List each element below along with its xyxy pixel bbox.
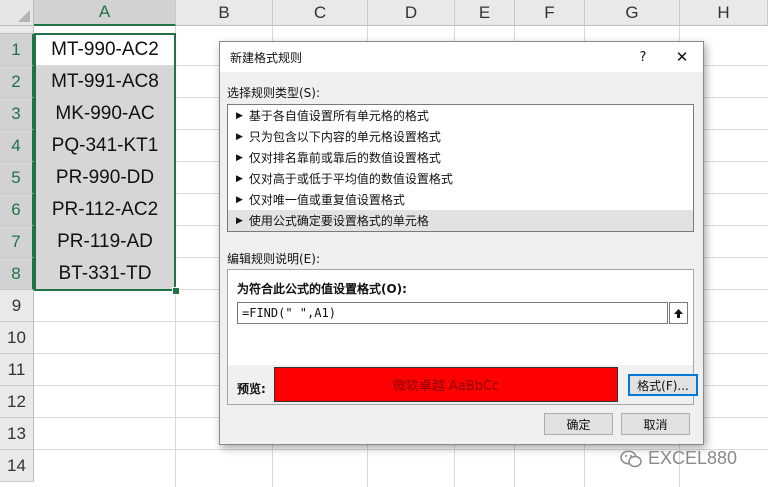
column-header-h[interactable]: H bbox=[680, 0, 768, 26]
rule-type-label: 只为包含以下内容的单元格设置格式 bbox=[248, 130, 441, 144]
rule-type-item[interactable]: ▶ 只为包含以下内容的单元格设置格式 bbox=[228, 126, 693, 147]
dialog-titlebar[interactable]: 新建格式规则 ? ✕ bbox=[220, 42, 703, 72]
cell-a3[interactable]: MK-990-AC bbox=[35, 98, 175, 129]
row-header-4[interactable]: 4 bbox=[0, 130, 34, 162]
column-header-d[interactable]: D bbox=[368, 0, 455, 26]
select-rule-type-label: 选择规则类型(S): bbox=[227, 86, 321, 100]
rule-type-item[interactable]: ▶ 仅对高于或低于平均值的数值设置格式 bbox=[228, 168, 693, 189]
row-header-14[interactable]: 14 bbox=[0, 450, 34, 482]
rule-type-item-selected[interactable]: ▶ 使用公式确定要设置格式的单元格 bbox=[228, 210, 693, 231]
column-header-e[interactable]: E bbox=[455, 0, 515, 26]
formula-input[interactable]: =FIND(" ",A1) bbox=[237, 302, 668, 324]
rule-type-item[interactable]: ▶ 仅对唯一值或重复值设置格式 bbox=[228, 189, 693, 210]
row-header-9[interactable]: 9 bbox=[0, 290, 34, 322]
ok-button[interactable]: 确定 bbox=[544, 413, 613, 435]
column-header-b[interactable]: B bbox=[176, 0, 273, 26]
arrow-up-icon bbox=[674, 308, 683, 318]
rule-type-list[interactable]: ▶ 基于各自值设置所有单元格的格式 ▶ 只为包含以下内容的单元格设置格式 ▶ 仅对排名… bbox=[227, 104, 694, 232]
close-button[interactable]: ✕ bbox=[671, 47, 693, 67]
row-header-5[interactable]: 5 bbox=[0, 162, 34, 194]
rule-type-label: 仅对高于或低于平均值的数值设置格式 bbox=[248, 172, 453, 186]
collapse-dialog-button[interactable] bbox=[669, 302, 688, 324]
row-header-3[interactable]: 3 bbox=[0, 98, 34, 130]
format-preview: 微软卓越 AaBbCc bbox=[274, 367, 618, 402]
triangle-right-icon: ▶ bbox=[236, 110, 243, 121]
row-header-12[interactable]: 12 bbox=[0, 386, 34, 418]
cancel-button[interactable]: 取消 bbox=[621, 413, 690, 435]
triangle-right-icon: ▶ bbox=[236, 194, 243, 205]
wechat-icon bbox=[620, 450, 642, 467]
row-header-10[interactable]: 10 bbox=[0, 322, 34, 354]
preview-label: 预览: bbox=[237, 382, 266, 396]
cell-a6[interactable]: PR-112-AC2 bbox=[35, 194, 175, 225]
row-header-13[interactable]: 13 bbox=[0, 418, 34, 450]
row-header-1[interactable]: 1 bbox=[0, 34, 34, 66]
rule-type-label: 使用公式确定要设置格式的单元格 bbox=[248, 214, 429, 228]
rule-description-panel: 为符合此公式的值设置格式(O): =FIND(" ",A1) 预览: 微软卓越 … bbox=[227, 269, 698, 405]
column-header-f[interactable]: F bbox=[515, 0, 585, 26]
row-header-8[interactable]: 8 bbox=[0, 258, 34, 290]
rule-type-item[interactable]: ▶ 仅对排名靠前或靠后的数值设置格式 bbox=[228, 147, 693, 168]
select-all-corner[interactable] bbox=[0, 0, 34, 26]
column-header-g[interactable]: G bbox=[585, 0, 680, 26]
cell-a4[interactable]: PQ-341-KT1 bbox=[35, 130, 175, 161]
row-header-spacer bbox=[0, 26, 34, 34]
triangle-right-icon: ▶ bbox=[236, 131, 243, 142]
watermark: EXCEL880 bbox=[620, 448, 737, 469]
row-header-6[interactable]: 6 bbox=[0, 194, 34, 226]
triangle-right-icon: ▶ bbox=[236, 215, 243, 226]
help-button[interactable]: ? bbox=[632, 47, 654, 67]
row-header-2[interactable]: 2 bbox=[0, 66, 34, 98]
rule-type-item[interactable]: ▶ 基于各自值设置所有单元格的格式 bbox=[228, 105, 693, 126]
triangle-right-icon: ▶ bbox=[236, 152, 243, 163]
rule-type-label: 仅对排名靠前或靠后的数值设置格式 bbox=[248, 151, 441, 165]
row-header-7[interactable]: 7 bbox=[0, 226, 34, 258]
edit-rule-description-label: 编辑规则说明(E): bbox=[227, 252, 320, 266]
rule-type-label: 仅对唯一值或重复值设置格式 bbox=[248, 193, 405, 207]
column-header-c[interactable]: C bbox=[273, 0, 368, 26]
triangle-right-icon: ▶ bbox=[236, 173, 243, 184]
new-format-rule-dialog: 新建格式规则 ? ✕ 选择规则类型(S): ▶ 基于各自值设置所有单元格的格式 ▶… bbox=[219, 41, 704, 445]
cell-a7[interactable]: PR-119-AD bbox=[35, 226, 175, 257]
fill-handle[interactable] bbox=[172, 287, 180, 295]
cell-a1[interactable]: MT-990-AC2 bbox=[35, 34, 175, 65]
format-button[interactable]: 格式(F)... bbox=[628, 374, 698, 396]
column-header-a[interactable]: A bbox=[34, 0, 176, 26]
cell-a8[interactable]: BT-331-TD bbox=[35, 258, 175, 289]
cell-a5[interactable]: PR-990-DD bbox=[35, 162, 175, 193]
row-header-11[interactable]: 11 bbox=[0, 354, 34, 386]
dialog-title: 新建格式规则 bbox=[230, 51, 303, 65]
formula-label: 为符合此公式的值设置格式(O): bbox=[237, 282, 407, 296]
watermark-text: EXCEL880 bbox=[648, 448, 738, 468]
rule-type-label: 基于各自值设置所有单元格的格式 bbox=[248, 109, 429, 123]
cell-a2[interactable]: MT-991-AC8 bbox=[35, 66, 175, 97]
